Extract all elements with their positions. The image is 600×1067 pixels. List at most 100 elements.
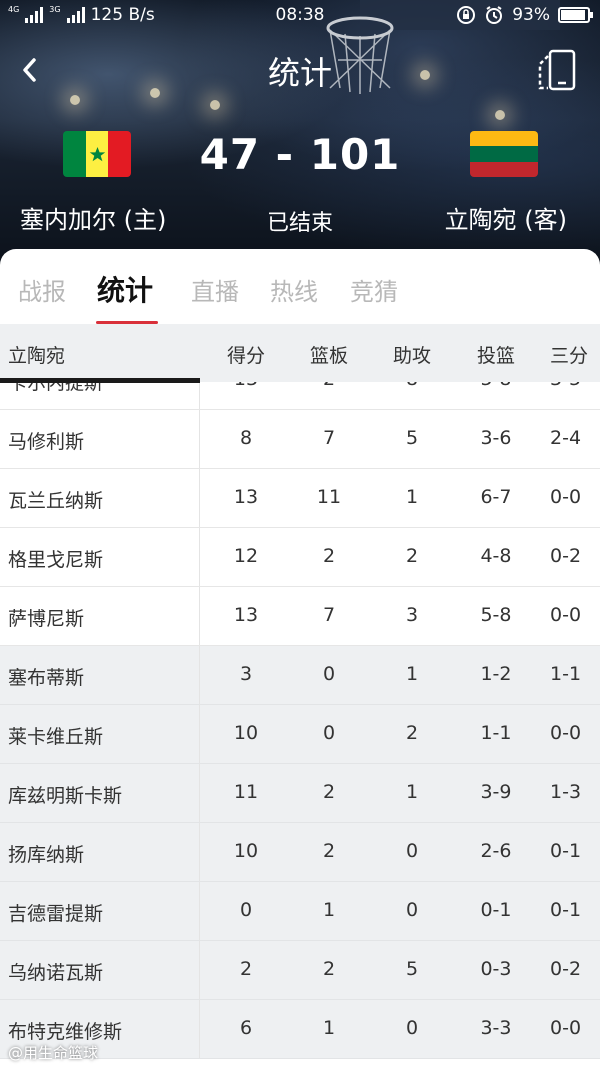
points-cell: 10: [233, 840, 259, 862]
assists-cell: 3: [405, 604, 419, 626]
lithuania-flag-icon: [470, 131, 538, 177]
tab-stats[interactable]: 统计: [97, 269, 153, 309]
tab-guess[interactable]: 竞猜: [350, 272, 398, 307]
rebounds-cell: 1: [322, 899, 336, 921]
assists-cell: 1: [405, 486, 419, 508]
points-cell: 8: [239, 427, 253, 449]
player-name: 萨博尼斯: [8, 608, 85, 630]
rebounds-cell: 11: [316, 486, 342, 508]
column-divider: [199, 823, 200, 881]
three-pointers-cell: 0-1: [550, 899, 582, 921]
rebounds-cell: 2: [322, 958, 336, 980]
alarm-icon: [486, 6, 503, 24]
three-pointers-cell: 0-1: [550, 840, 582, 862]
table-row[interactable]: 吉德雷提斯 0 1 0 0-1 0-1: [0, 882, 600, 941]
battery-percent: 93%: [512, 5, 550, 25]
field-goals-cell: 0-3: [480, 958, 512, 980]
screen-switch-icon[interactable]: [536, 48, 580, 92]
table-row[interactable]: 莱卡维丘斯 10 0 2 1-1 0-0: [0, 705, 600, 764]
field-goals-cell: 4-8: [480, 545, 512, 567]
player-name: 瓦兰丘纳斯: [8, 490, 104, 512]
rebounds-cell: 2: [322, 781, 336, 803]
player-name: 库兹明斯卡斯: [8, 785, 123, 807]
column-divider: [199, 941, 200, 999]
points-cell: 0: [239, 899, 253, 921]
three-pointers-cell: 0-0: [550, 722, 582, 744]
arena-light: [210, 100, 220, 110]
three-pointers-cell: 1-1: [550, 663, 582, 685]
column-divider: [199, 705, 200, 763]
page-title: 统计: [267, 54, 332, 92]
field-goals-cell: 3-3: [480, 1017, 512, 1039]
column-divider: [199, 469, 200, 527]
header-field-goals: 投篮: [476, 345, 515, 367]
field-goals-cell: 0-1: [480, 899, 512, 921]
rebounds-cell: 2: [322, 545, 336, 567]
table-row[interactable]: 萨博尼斯 13 7 3 5-8 0-0: [0, 587, 600, 646]
three-pointers-cell: 2-4: [550, 427, 582, 449]
three-pointers-cell: 0-0: [550, 1017, 582, 1039]
watermark: @用生命篮球: [8, 1044, 99, 1062]
field-goals-cell: 2-6: [480, 840, 512, 862]
table-row[interactable]: 瓦兰丘纳斯 13 11 1 6-7 0-0: [0, 469, 600, 528]
table-row[interactable]: 塞布蒂斯 3 0 1 1-2 1-1: [0, 646, 600, 705]
player-name: 马修利斯: [8, 431, 85, 453]
table-row[interactable]: 库兹明斯卡斯 11 2 1 3-9 1-3: [0, 764, 600, 823]
points-cell: 3: [239, 663, 253, 685]
player-name: 乌纳诺瓦斯: [8, 962, 104, 984]
tab-live[interactable]: 直播: [191, 272, 239, 307]
column-divider: [199, 1000, 200, 1058]
three-pointers-cell: 0-0: [550, 486, 582, 508]
field-goals-cell: 1-1: [480, 722, 512, 744]
column-divider: [199, 882, 200, 940]
assists-cell: 0: [405, 899, 419, 921]
table-row[interactable]: 马修利斯 8 7 5 3-6 2-4: [0, 410, 600, 469]
points-cell: 13: [233, 486, 259, 508]
assists-cell: 0: [405, 1017, 419, 1039]
table-row[interactable]: 格里戈尼斯 12 2 2 4-8 0-2: [0, 528, 600, 587]
points-cell: 11: [233, 781, 259, 803]
away-team-name: 立陶宛 (客): [444, 206, 567, 234]
header-three-pointers: 三分: [550, 345, 589, 367]
field-goals-cell: 1-2: [480, 663, 512, 685]
table-row[interactable]: 扬库纳斯 10 2 0 2-6 0-1: [0, 823, 600, 882]
player-name: 莱卡维丘斯: [8, 726, 104, 748]
player-name: 扬库纳斯: [8, 844, 85, 866]
field-goals-cell: 3-6: [480, 427, 512, 449]
assists-cell: 1: [405, 781, 419, 803]
rotation-lock-icon: [457, 6, 476, 24]
column-divider: [199, 764, 200, 822]
rebounds-cell: 1: [322, 1017, 336, 1039]
points-cell: 10: [233, 722, 259, 744]
three-pointers-cell: 0-2: [550, 545, 582, 567]
field-goals-cell: 6-7: [480, 486, 512, 508]
assists-cell: 1: [405, 663, 419, 685]
three-pointers-cell: 0-0: [550, 604, 582, 626]
rebounds-cell: 0: [322, 663, 336, 685]
assists-cell: 0: [405, 840, 419, 862]
battery-icon: [558, 7, 593, 23]
status-bar: 4G 3G 125 B/s 08:38 93%: [0, 0, 600, 32]
assists-cell: 5: [405, 958, 419, 980]
column-divider: [199, 410, 200, 468]
header-points: 得分: [226, 345, 265, 367]
arena-light: [495, 110, 505, 120]
three-pointers-cell: 1-3: [550, 781, 582, 803]
points-cell: 2: [239, 958, 253, 980]
field-goals-cell: 5-8: [480, 604, 512, 626]
rebounds-cell: 2: [322, 840, 336, 862]
tab-bar: 战报 统计 直播 热线 竞猜: [0, 249, 600, 325]
header-assists: 助攻: [392, 345, 431, 367]
three-pointers-cell: 0-2: [550, 958, 582, 980]
column-divider: [199, 587, 200, 645]
points-cell: 12: [233, 545, 259, 567]
column-divider: [199, 528, 200, 586]
assists-cell: 2: [405, 545, 419, 567]
player-name: 塞布蒂斯: [8, 667, 85, 689]
team-selector[interactable]: 立陶宛: [8, 341, 65, 368]
arena-light: [70, 95, 80, 105]
tab-hotline[interactable]: 热线: [270, 272, 318, 307]
tab-report[interactable]: 战报: [18, 272, 66, 307]
table-row[interactable]: 乌纳诺瓦斯 2 2 5 0-3 0-2: [0, 941, 600, 1000]
points-cell: 13: [233, 604, 259, 626]
